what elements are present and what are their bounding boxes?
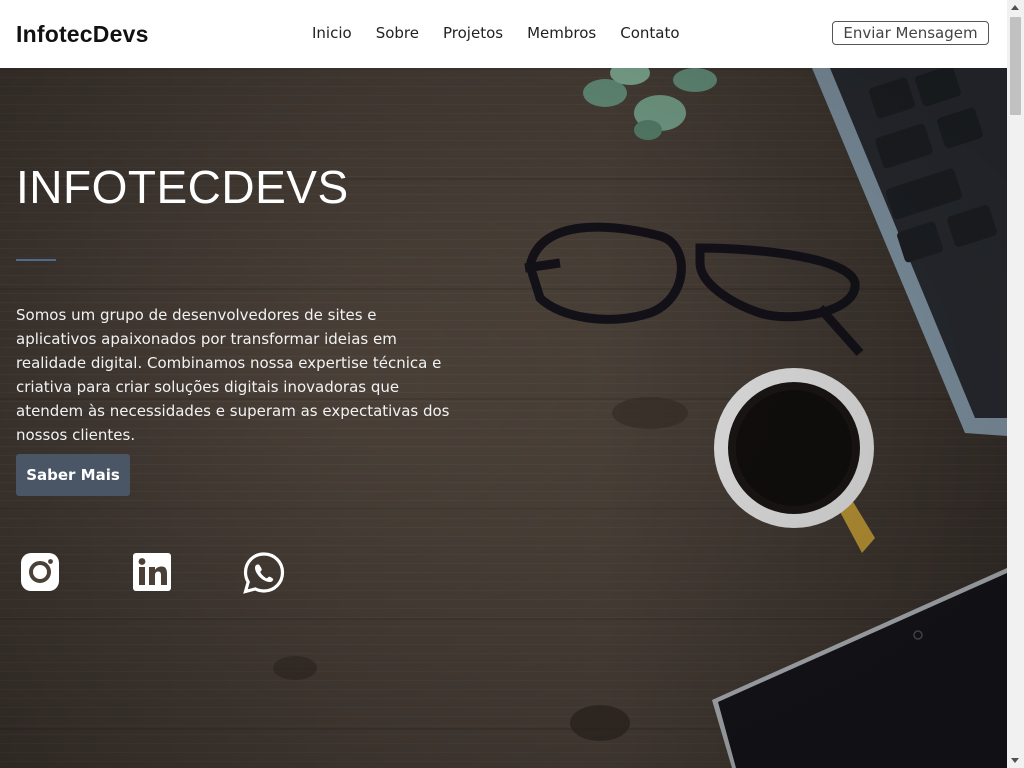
linkedin-icon[interactable] bbox=[131, 551, 173, 593]
hero-description: Somos um grupo de desenvolvedores de sit… bbox=[16, 306, 450, 444]
nav-link-sobre[interactable]: Sobre bbox=[376, 24, 419, 42]
nav-links: Inicio Sobre Projetos Membros Contato bbox=[300, 24, 692, 42]
scroll-thumb[interactable] bbox=[1010, 17, 1021, 115]
scroll-up-arrow-icon[interactable] bbox=[1011, 5, 1019, 10]
navbar: InfotecDevs Inicio Sobre Projetos Membro… bbox=[0, 0, 1007, 68]
brand-logo[interactable]: InfotecDevs bbox=[16, 21, 149, 48]
hero-section: INFOTECDEVS Somos um grupo de desenvolve… bbox=[0, 68, 1007, 768]
whatsapp-icon[interactable] bbox=[242, 551, 285, 594]
hero-divider bbox=[16, 259, 56, 261]
send-message-button[interactable]: Enviar Mensagem bbox=[832, 21, 989, 45]
hero-title: INFOTECDEVS bbox=[16, 161, 349, 213]
saber-mais-button[interactable]: Saber Mais bbox=[16, 454, 130, 496]
scroll-down-arrow-icon[interactable] bbox=[1011, 758, 1019, 763]
instagram-icon[interactable] bbox=[19, 551, 61, 593]
nav-link-contato[interactable]: Contato bbox=[620, 24, 679, 42]
nav-link-inicio[interactable]: Inicio bbox=[312, 24, 352, 42]
nav-link-projetos[interactable]: Projetos bbox=[443, 24, 503, 42]
nav-link-membros[interactable]: Membros bbox=[527, 24, 596, 42]
page-scrollbar[interactable] bbox=[1007, 0, 1024, 768]
